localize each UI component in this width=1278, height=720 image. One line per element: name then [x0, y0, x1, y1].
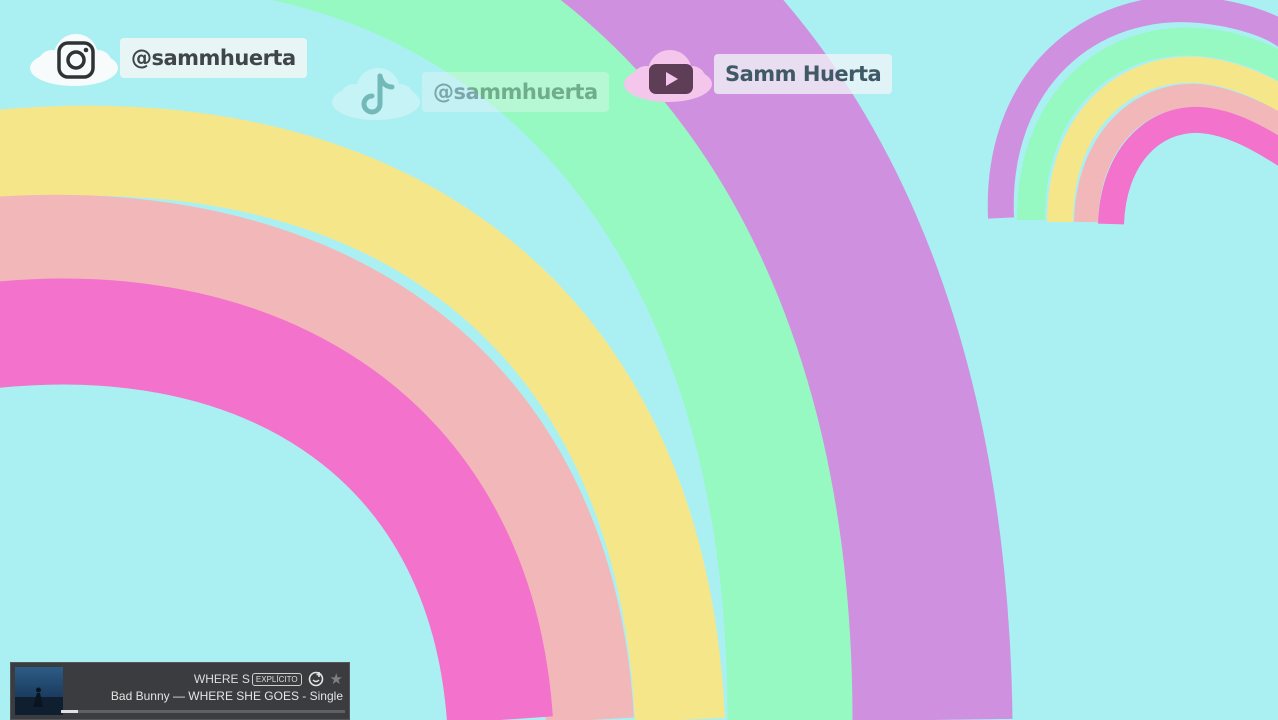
cloud-shape: [28, 28, 120, 88]
social-youtube: Samm Huerta: [622, 44, 893, 104]
track-title: WHERE S: [193, 672, 250, 686]
social-tiktok: @sammhuerta: [330, 62, 609, 122]
youtube-handle: Samm Huerta: [714, 54, 893, 94]
star-icon[interactable]: ★: [330, 670, 343, 688]
tiktok-icon: [361, 73, 395, 115]
track-artist-album: Bad Bunny — WHERE SHE GOES - Single: [110, 689, 343, 703]
social-instagram: @sammhuerta: [28, 28, 307, 88]
progress-bar[interactable]: [61, 710, 345, 713]
now-playing-widget: WHERE S EXPLÍCITO ★ Bad Bunny — WHERE SH…: [10, 662, 350, 720]
small-rainbow: [987, 0, 1278, 225]
album-art: [15, 667, 63, 715]
stream-overlay: @sammhuerta @sammhuerta Samm Huerta WHER…: [0, 0, 1278, 720]
progress-fill: [61, 710, 79, 713]
tiktok-handle: @sammhuerta: [422, 72, 609, 112]
instagram-icon: [57, 41, 95, 79]
album-art-figure: [15, 687, 63, 715]
track-title-row: WHERE S EXPLÍCITO ★: [71, 670, 343, 688]
youtube-icon: [649, 64, 693, 94]
rainbow-background: [0, 0, 1278, 720]
cloud-shape: [330, 62, 422, 122]
instagram-handle: @sammhuerta: [120, 38, 307, 78]
explicit-badge: EXPLÍCITO: [251, 672, 302, 686]
add-icon[interactable]: [308, 671, 324, 687]
cloud-shape: [622, 44, 714, 104]
